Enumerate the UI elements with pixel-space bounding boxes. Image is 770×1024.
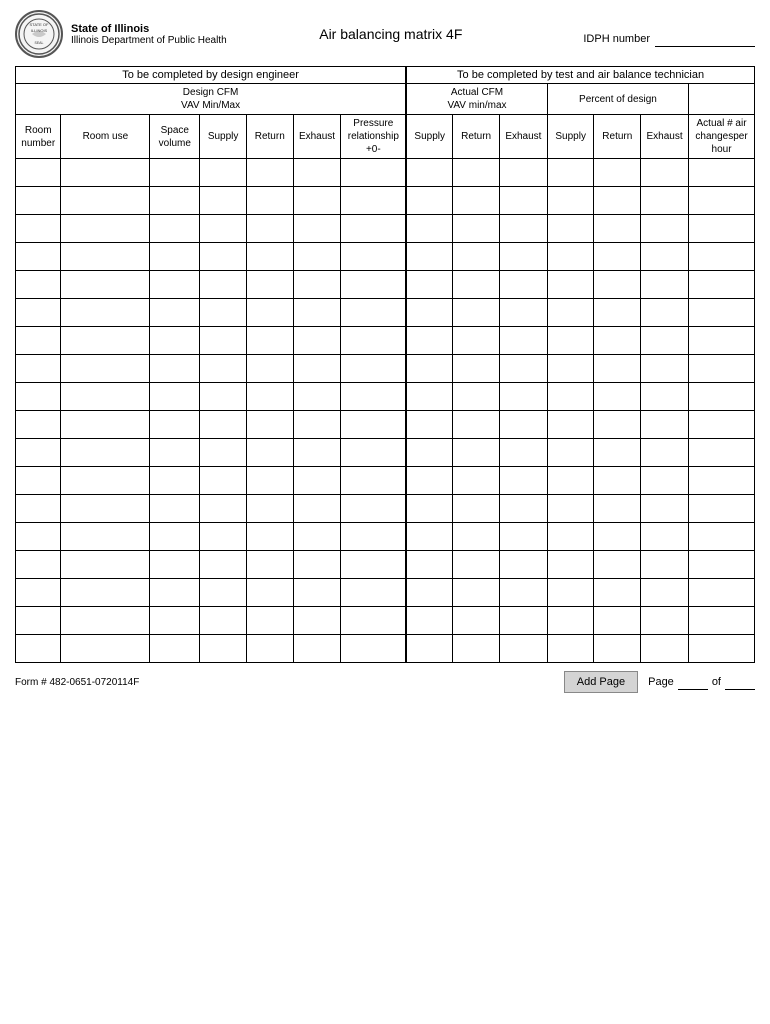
page-label: Page <box>648 676 674 688</box>
state-info: State of Illinois Illinois Department of… <box>71 23 227 46</box>
cell-return-pct[interactable] <box>594 159 641 187</box>
idph-label: IDPH number <box>583 33 650 45</box>
col-return-pct: Return <box>594 115 641 159</box>
add-page-button[interactable]: Add Page <box>564 671 638 693</box>
idph-input[interactable] <box>655 31 755 47</box>
cell-actual-air-changes[interactable] <box>689 159 755 187</box>
state-name: State of Illinois <box>71 23 227 35</box>
page-header: STATE OF ILLINOIS SEAL State of Illinois… <box>15 10 755 58</box>
cell-exhaust-design[interactable] <box>293 159 341 187</box>
percent-design-header: Percent of design <box>547 84 688 115</box>
col-return-actual: Return <box>453 115 500 159</box>
svg-text:SEAL: SEAL <box>35 41 44 45</box>
col-exhaust-design: Exhaust <box>293 115 341 159</box>
cell-exhaust-pct[interactable] <box>641 159 689 187</box>
left-section-header: To be completed by design engineer <box>16 67 407 84</box>
cell-room-use[interactable] <box>61 159 150 187</box>
table-row <box>16 495 755 523</box>
table-row <box>16 579 755 607</box>
col-space-volume: Spacevolume <box>150 115 200 159</box>
page-total-input[interactable] <box>725 674 755 690</box>
cell-supply-design[interactable] <box>200 159 247 187</box>
table-row <box>16 551 755 579</box>
idph-area: IDPH number <box>555 21 755 47</box>
footer-right: Add Page Page of <box>564 671 755 693</box>
table-row <box>16 271 755 299</box>
table-row <box>16 411 755 439</box>
page-footer: Form # 482-0651-0720114F Add Page Page o… <box>15 671 755 693</box>
form-number: Form # 482-0651-0720114F <box>15 677 139 688</box>
table-row <box>16 635 755 663</box>
dept-name: Illinois Department of Public Health <box>71 35 227 46</box>
cell-room-number[interactable] <box>16 159 61 187</box>
state-seal: STATE OF ILLINOIS SEAL <box>15 10 63 58</box>
col-room-number: Roomnumber <box>16 115 61 159</box>
logo-area: STATE OF ILLINOIS SEAL State of Illinois… <box>15 10 227 58</box>
col-exhaust-actual: Exhaust <box>499 115 547 159</box>
table-row <box>16 355 755 383</box>
col-supply-actual: Supply <box>406 115 453 159</box>
col-actual-air-changes: Actual # airchangesperhour <box>689 115 755 159</box>
cell-exhaust-actual[interactable] <box>499 159 547 187</box>
cell-return-actual[interactable] <box>453 159 500 187</box>
col-supply-pct: Supply <box>547 115 594 159</box>
table-row <box>16 243 755 271</box>
table-row <box>16 439 755 467</box>
table-row <box>16 607 755 635</box>
page-number-input[interactable] <box>678 674 708 690</box>
table-row <box>16 299 755 327</box>
table-row <box>16 215 755 243</box>
right-section-header: To be completed by test and air balance … <box>406 67 754 84</box>
table-row <box>16 383 755 411</box>
cell-supply-actual[interactable] <box>406 159 453 187</box>
actual-air-changes-header-blank <box>689 84 755 115</box>
page-info: Page of <box>648 674 755 690</box>
design-cfm-header: Design CFM VAV Min/Max <box>16 84 407 115</box>
main-table: To be completed by design engineer To be… <box>15 66 755 663</box>
page-title: Air balancing matrix 4F <box>227 26 555 42</box>
cell-return-design[interactable] <box>246 159 293 187</box>
col-supply-design: Supply <box>200 115 247 159</box>
idph-number-line: IDPH number <box>583 31 755 47</box>
table-row <box>16 327 755 355</box>
cell-space-volume[interactable] <box>150 159 200 187</box>
cell-pressure-rel[interactable] <box>341 159 406 187</box>
col-exhaust-pct: Exhaust <box>641 115 689 159</box>
col-room-use: Room use <box>61 115 150 159</box>
col-return-design: Return <box>246 115 293 159</box>
table-row <box>16 523 755 551</box>
col-pressure-rel: Pressurerelationship+0- <box>341 115 406 159</box>
actual-cfm-header: Actual CFM VAV min/max <box>406 84 547 115</box>
table-row <box>16 467 755 495</box>
svg-text:STATE OF: STATE OF <box>30 22 50 27</box>
cell-supply-pct[interactable] <box>547 159 594 187</box>
table-row <box>16 187 755 215</box>
table-row <box>16 159 755 187</box>
of-label: of <box>712 676 721 688</box>
